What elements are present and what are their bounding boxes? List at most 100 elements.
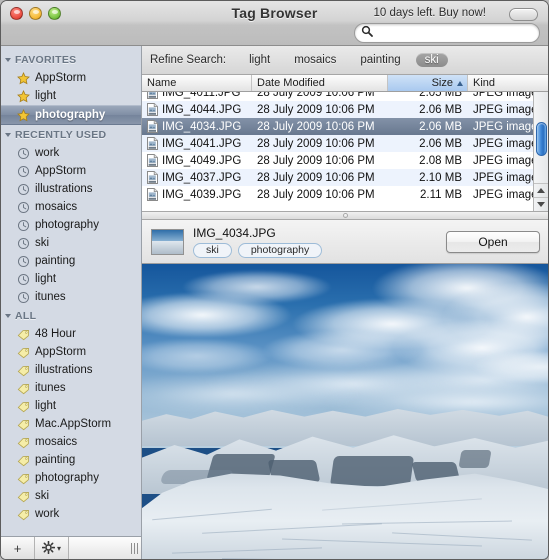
sidebar-item-label: AppStorm [35,165,87,177]
sidebar-item-photography[interactable]: photography [1,469,141,487]
star-icon [17,89,30,102]
cell-size: 2.06 MB [419,103,462,116]
file-list-scrollbar[interactable] [533,92,548,211]
scroll-up-arrow-icon[interactable] [534,183,548,197]
sidebar-item-photography[interactable]: photography [1,105,141,125]
sidebar-item-mosaics[interactable]: mosaics [1,198,141,216]
sidebar-item-label: photography [35,109,106,121]
sidebar-item-work[interactable]: work [1,144,141,162]
tag-icon [17,365,29,376]
refine-token-light[interactable]: light [240,53,279,67]
refine-token-painting[interactable]: painting [351,53,409,67]
clock-icon [17,183,30,195]
jpeg-file-icon [147,92,158,99]
refine-token-list: light mosaics painting ski [240,53,454,67]
tag-icon [17,455,29,466]
cell-name: IMG_4049.JPG [142,154,252,167]
sidebar-item-label: light [35,90,57,102]
pane-splitter[interactable] [142,211,548,220]
sidebar-item-appstorm[interactable]: AppStorm [1,162,141,180]
sidebar-item-illustrations[interactable]: illustrations [1,361,141,379]
file-list-rows-viewport[interactable]: IMG_4011.JPG 28 July 2009 10:06 PM 2.05 MB… [142,92,548,211]
refine-token-mosaics[interactable]: mosaics [285,53,345,67]
column-header-label: Kind [473,77,496,89]
preview-tag-ski[interactable]: ski [193,242,232,258]
column-header-kind[interactable]: Kind [468,75,548,91]
file-name-label: IMG_4041.JPG [162,137,242,150]
search-input[interactable] [377,25,539,41]
preview-filename: IMG_4034.JPG [193,225,276,240]
table-row[interactable]: IMG_4039.JPG 28 July 2009 10:06 PM 2.11 MB… [142,186,548,203]
cell-size: 2.08 MB [419,154,462,167]
sidebar-item-appstorm[interactable]: AppStorm [1,343,141,361]
sidebar-item-appstorm[interactable]: AppStorm [1,69,141,87]
jpeg-file-icon [147,171,158,184]
table-row[interactable]: IMG_4049.JPG 28 July 2009 10:06 PM 2.08 MB… [142,152,548,169]
column-header-size[interactable]: Size [388,75,468,91]
sidebar-item-light[interactable]: light [1,270,141,288]
table-row[interactable]: IMG_4044.JPG 28 July 2009 10:06 PM 2.06 MB… [142,101,548,118]
sidebar-item-photography[interactable]: photography [1,216,141,234]
scrollbar-knob[interactable] [536,122,547,156]
clock-icon [17,201,30,213]
sidebar-item-48-hour[interactable]: 48 Hour [1,325,141,343]
jpeg-file-icon [147,103,158,116]
sidebar-group-header[interactable]: FAVORITES [1,50,141,69]
table-row[interactable]: IMG_4041.JPG 28 July 2009 10:06 PM 2.06 MB… [142,135,548,152]
sidebar-item-label: itunes [35,291,66,303]
sidebar-item-mosaics[interactable]: mosaics [1,433,141,451]
sidebar-item-itunes[interactable]: itunes [1,379,141,397]
sidebar-group-label: FAVORITES [15,53,77,66]
sidebar-group-header[interactable]: RECENTLY USED [1,125,141,144]
refine-token-ski[interactable]: ski [415,53,448,67]
disclosure-triangle-icon [5,132,11,137]
search-box[interactable] [354,23,540,43]
sidebar-item-ski[interactable]: ski [1,234,141,252]
resize-grip[interactable] [127,537,141,559]
tag-icon [17,491,29,502]
table-row[interactable]: IMG_4034.JPG 28 July 2009 10:06 PM 2.06 MB… [142,118,548,135]
sidebar-item-label: AppStorm [35,346,87,358]
sidebar-item-work[interactable]: work [1,505,141,523]
tag-icon [17,383,29,394]
column-header-name[interactable]: Name [142,75,252,91]
sidebar-item-light[interactable]: light [1,397,141,415]
tag-icon [17,329,29,340]
file-name-label: IMG_4039.JPG [162,188,242,201]
cell-name: IMG_4034.JPG [142,120,252,133]
sidebar-item-label: work [35,508,60,520]
add-tag-button[interactable]: + [1,537,35,559]
tag-icon [17,509,29,520]
sidebar-item-ski[interactable]: ski [1,487,141,505]
cell-date: 28 July 2009 10:06 PM [257,137,375,150]
sidebar-group-label: RECENTLY USED [15,128,107,141]
file-list-column-headers: Name Date Modified Size Kind [142,75,548,92]
sidebar-group-header[interactable]: ALL [1,306,141,325]
sidebar-item-itunes[interactable]: itunes [1,288,141,306]
photo-preview[interactable] [142,264,548,559]
sidebar-item-painting[interactable]: painting [1,451,141,469]
column-header-date[interactable]: Date Modified [252,75,388,91]
sidebar-bottom-bar: + ▾ [1,536,141,559]
table-row[interactable]: IMG_4037.JPG 28 July 2009 10:06 PM 2.10 MB… [142,169,548,186]
action-menu-button[interactable]: ▾ [35,537,69,559]
preview-thumbnail[interactable] [151,228,184,255]
sidebar: FAVORITES AppStorm light photography RECENTL… [1,46,142,559]
table-row[interactable]: IMG_4011.JPG 28 July 2009 10:06 PM 2.05 MB… [142,92,548,101]
column-header-label: Date Modified [257,77,325,89]
sidebar-item-label: mosaics [35,436,78,448]
toolbar-toggle-button[interactable] [509,8,538,21]
sidebar-item-mac-appstorm[interactable]: Mac.AppStorm [1,415,141,433]
cell-size: 2.06 MB [419,120,462,133]
jpeg-file-icon [147,188,158,201]
sidebar-item-light[interactable]: light [1,87,141,105]
trial-notice[interactable]: 10 days left. Buy now! [373,7,486,19]
sidebar-item-painting[interactable]: painting [1,252,141,270]
sidebar-item-label: 48 Hour [35,328,76,340]
open-button[interactable]: Open [446,230,540,253]
scroll-down-arrow-icon[interactable] [534,197,548,211]
sidebar-item-illustrations[interactable]: illustrations [1,180,141,198]
sidebar-scroll-area[interactable]: FAVORITES AppStorm light photography RECENTL… [1,46,141,536]
preview-tag-photography[interactable]: photography [237,242,323,258]
preview-header: IMG_4034.JPG ski photography Open [142,220,548,264]
